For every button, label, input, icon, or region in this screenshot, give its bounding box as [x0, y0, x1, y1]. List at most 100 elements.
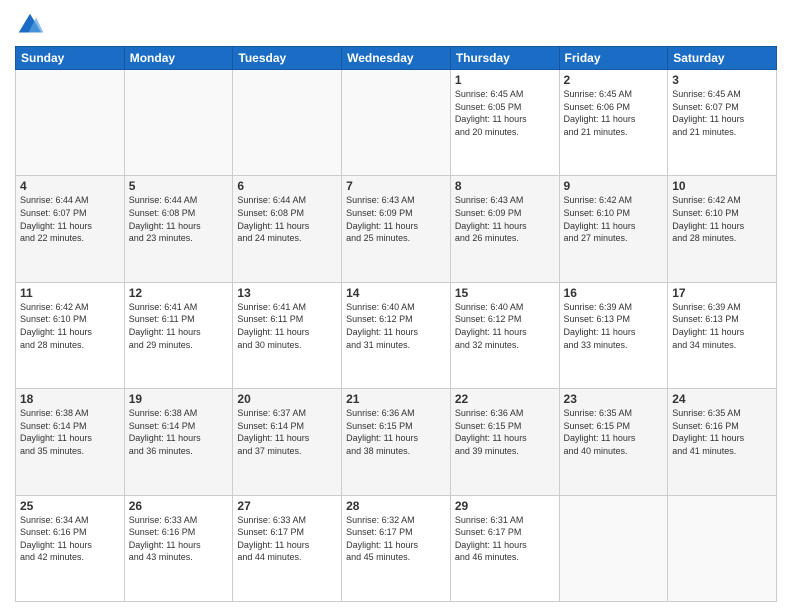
calendar-cell: 16Sunrise: 6:39 AM Sunset: 6:13 PM Dayli… [559, 282, 668, 388]
calendar-cell: 13Sunrise: 6:41 AM Sunset: 6:11 PM Dayli… [233, 282, 342, 388]
day-number: 1 [455, 73, 555, 87]
calendar-cell: 5Sunrise: 6:44 AM Sunset: 6:08 PM Daylig… [124, 176, 233, 282]
day-info: Sunrise: 6:35 AM Sunset: 6:15 PM Dayligh… [564, 407, 664, 457]
day-info: Sunrise: 6:36 AM Sunset: 6:15 PM Dayligh… [346, 407, 446, 457]
calendar-cell: 15Sunrise: 6:40 AM Sunset: 6:12 PM Dayli… [450, 282, 559, 388]
calendar-row-0: 1Sunrise: 6:45 AM Sunset: 6:05 PM Daylig… [16, 70, 777, 176]
calendar-cell [342, 70, 451, 176]
day-info: Sunrise: 6:44 AM Sunset: 6:08 PM Dayligh… [129, 194, 229, 244]
day-number: 19 [129, 392, 229, 406]
weekday-thursday: Thursday [450, 47, 559, 70]
weekday-tuesday: Tuesday [233, 47, 342, 70]
calendar-cell: 17Sunrise: 6:39 AM Sunset: 6:13 PM Dayli… [668, 282, 777, 388]
calendar-cell: 6Sunrise: 6:44 AM Sunset: 6:08 PM Daylig… [233, 176, 342, 282]
calendar-cell: 1Sunrise: 6:45 AM Sunset: 6:05 PM Daylig… [450, 70, 559, 176]
day-info: Sunrise: 6:31 AM Sunset: 6:17 PM Dayligh… [455, 514, 555, 564]
calendar-cell [124, 70, 233, 176]
day-number: 23 [564, 392, 664, 406]
day-info: Sunrise: 6:42 AM Sunset: 6:10 PM Dayligh… [564, 194, 664, 244]
calendar-cell: 27Sunrise: 6:33 AM Sunset: 6:17 PM Dayli… [233, 495, 342, 601]
day-info: Sunrise: 6:45 AM Sunset: 6:07 PM Dayligh… [672, 88, 772, 138]
day-info: Sunrise: 6:42 AM Sunset: 6:10 PM Dayligh… [20, 301, 120, 351]
day-number: 18 [20, 392, 120, 406]
calendar-cell: 28Sunrise: 6:32 AM Sunset: 6:17 PM Dayli… [342, 495, 451, 601]
day-number: 9 [564, 179, 664, 193]
calendar-cell: 12Sunrise: 6:41 AM Sunset: 6:11 PM Dayli… [124, 282, 233, 388]
calendar-table: SundayMondayTuesdayWednesdayThursdayFrid… [15, 46, 777, 602]
logo-icon [15, 10, 45, 40]
day-info: Sunrise: 6:36 AM Sunset: 6:15 PM Dayligh… [455, 407, 555, 457]
calendar-cell [233, 70, 342, 176]
calendar-cell: 21Sunrise: 6:36 AM Sunset: 6:15 PM Dayli… [342, 389, 451, 495]
logo [15, 10, 49, 40]
calendar-cell: 19Sunrise: 6:38 AM Sunset: 6:14 PM Dayli… [124, 389, 233, 495]
day-info: Sunrise: 6:38 AM Sunset: 6:14 PM Dayligh… [129, 407, 229, 457]
day-number: 2 [564, 73, 664, 87]
day-info: Sunrise: 6:44 AM Sunset: 6:07 PM Dayligh… [20, 194, 120, 244]
day-number: 3 [672, 73, 772, 87]
day-number: 16 [564, 286, 664, 300]
day-number: 15 [455, 286, 555, 300]
day-number: 28 [346, 499, 446, 513]
day-number: 7 [346, 179, 446, 193]
day-info: Sunrise: 6:33 AM Sunset: 6:17 PM Dayligh… [237, 514, 337, 564]
day-number: 22 [455, 392, 555, 406]
day-number: 20 [237, 392, 337, 406]
calendar-cell: 18Sunrise: 6:38 AM Sunset: 6:14 PM Dayli… [16, 389, 125, 495]
calendar-cell: 20Sunrise: 6:37 AM Sunset: 6:14 PM Dayli… [233, 389, 342, 495]
calendar-cell: 26Sunrise: 6:33 AM Sunset: 6:16 PM Dayli… [124, 495, 233, 601]
day-number: 6 [237, 179, 337, 193]
day-info: Sunrise: 6:41 AM Sunset: 6:11 PM Dayligh… [129, 301, 229, 351]
calendar-cell: 24Sunrise: 6:35 AM Sunset: 6:16 PM Dayli… [668, 389, 777, 495]
day-number: 14 [346, 286, 446, 300]
weekday-header-row: SundayMondayTuesdayWednesdayThursdayFrid… [16, 47, 777, 70]
header [15, 10, 777, 40]
day-info: Sunrise: 6:43 AM Sunset: 6:09 PM Dayligh… [346, 194, 446, 244]
day-info: Sunrise: 6:34 AM Sunset: 6:16 PM Dayligh… [20, 514, 120, 564]
day-number: 11 [20, 286, 120, 300]
calendar-cell: 29Sunrise: 6:31 AM Sunset: 6:17 PM Dayli… [450, 495, 559, 601]
weekday-saturday: Saturday [668, 47, 777, 70]
calendar-row-1: 4Sunrise: 6:44 AM Sunset: 6:07 PM Daylig… [16, 176, 777, 282]
day-info: Sunrise: 6:42 AM Sunset: 6:10 PM Dayligh… [672, 194, 772, 244]
calendar-cell: 11Sunrise: 6:42 AM Sunset: 6:10 PM Dayli… [16, 282, 125, 388]
day-info: Sunrise: 6:45 AM Sunset: 6:06 PM Dayligh… [564, 88, 664, 138]
day-info: Sunrise: 6:38 AM Sunset: 6:14 PM Dayligh… [20, 407, 120, 457]
day-number: 10 [672, 179, 772, 193]
day-info: Sunrise: 6:39 AM Sunset: 6:13 PM Dayligh… [564, 301, 664, 351]
calendar-cell [559, 495, 668, 601]
day-number: 26 [129, 499, 229, 513]
day-info: Sunrise: 6:43 AM Sunset: 6:09 PM Dayligh… [455, 194, 555, 244]
day-info: Sunrise: 6:39 AM Sunset: 6:13 PM Dayligh… [672, 301, 772, 351]
day-info: Sunrise: 6:45 AM Sunset: 6:05 PM Dayligh… [455, 88, 555, 138]
day-info: Sunrise: 6:44 AM Sunset: 6:08 PM Dayligh… [237, 194, 337, 244]
day-info: Sunrise: 6:33 AM Sunset: 6:16 PM Dayligh… [129, 514, 229, 564]
day-number: 29 [455, 499, 555, 513]
weekday-sunday: Sunday [16, 47, 125, 70]
calendar-row-2: 11Sunrise: 6:42 AM Sunset: 6:10 PM Dayli… [16, 282, 777, 388]
weekday-wednesday: Wednesday [342, 47, 451, 70]
calendar-cell: 25Sunrise: 6:34 AM Sunset: 6:16 PM Dayli… [16, 495, 125, 601]
day-info: Sunrise: 6:40 AM Sunset: 6:12 PM Dayligh… [346, 301, 446, 351]
day-info: Sunrise: 6:40 AM Sunset: 6:12 PM Dayligh… [455, 301, 555, 351]
day-number: 17 [672, 286, 772, 300]
calendar-cell: 4Sunrise: 6:44 AM Sunset: 6:07 PM Daylig… [16, 176, 125, 282]
calendar-cell: 10Sunrise: 6:42 AM Sunset: 6:10 PM Dayli… [668, 176, 777, 282]
day-number: 25 [20, 499, 120, 513]
calendar-cell: 22Sunrise: 6:36 AM Sunset: 6:15 PM Dayli… [450, 389, 559, 495]
page: SundayMondayTuesdayWednesdayThursdayFrid… [0, 0, 792, 612]
day-info: Sunrise: 6:37 AM Sunset: 6:14 PM Dayligh… [237, 407, 337, 457]
weekday-monday: Monday [124, 47, 233, 70]
day-number: 4 [20, 179, 120, 193]
day-number: 5 [129, 179, 229, 193]
day-info: Sunrise: 6:35 AM Sunset: 6:16 PM Dayligh… [672, 407, 772, 457]
calendar-cell: 9Sunrise: 6:42 AM Sunset: 6:10 PM Daylig… [559, 176, 668, 282]
day-info: Sunrise: 6:32 AM Sunset: 6:17 PM Dayligh… [346, 514, 446, 564]
day-number: 21 [346, 392, 446, 406]
day-number: 12 [129, 286, 229, 300]
calendar-row-4: 25Sunrise: 6:34 AM Sunset: 6:16 PM Dayli… [16, 495, 777, 601]
calendar-cell: 14Sunrise: 6:40 AM Sunset: 6:12 PM Dayli… [342, 282, 451, 388]
weekday-friday: Friday [559, 47, 668, 70]
day-number: 27 [237, 499, 337, 513]
calendar-cell [16, 70, 125, 176]
